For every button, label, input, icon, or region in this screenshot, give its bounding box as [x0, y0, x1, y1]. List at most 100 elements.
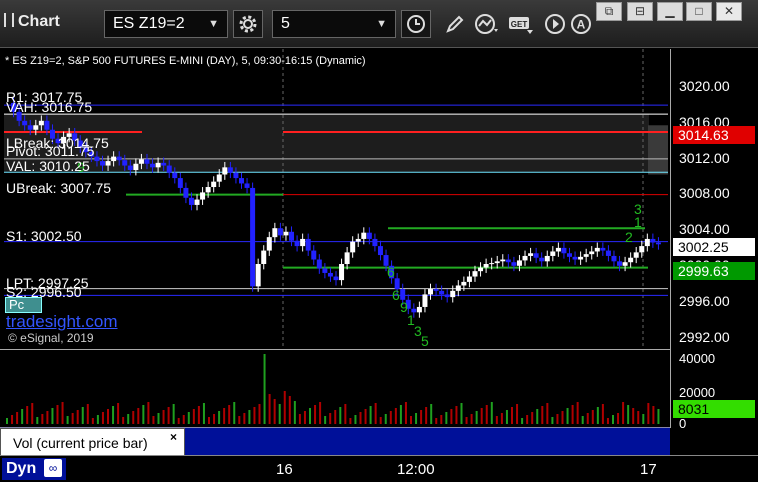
candle — [111, 156, 117, 162]
volume-bar — [298, 414, 301, 424]
eye-icon[interactable]: ∞ — [44, 459, 62, 477]
price-chart[interactable]: 3126913569 — [0, 49, 670, 347]
volume-tick: 20000 — [679, 385, 716, 400]
close-icon[interactable]: ✕ — [716, 2, 742, 21]
candle — [244, 183, 250, 188]
price-tick: 3008.00 — [679, 185, 730, 202]
candle — [238, 178, 244, 184]
brand-link[interactable]: tradesight.com — [6, 312, 118, 332]
symbol-value: ES Z19=2 — [113, 15, 185, 32]
volume-bar — [238, 416, 241, 424]
volume-pane[interactable] — [0, 349, 670, 425]
candle — [344, 252, 350, 264]
candle — [261, 250, 267, 264]
price-scale[interactable]: 3020.003016.003012.003008.003004.003000.… — [670, 49, 758, 431]
volume-bar — [576, 402, 579, 424]
volume-bar — [31, 403, 34, 424]
volume-bar — [41, 414, 44, 424]
candle — [566, 253, 572, 257]
candle — [416, 306, 422, 313]
settings-button[interactable] — [233, 10, 263, 38]
price-tick: 2992.00 — [679, 328, 730, 345]
volume-tick: 0 — [679, 416, 687, 431]
volume-bar — [601, 404, 604, 424]
symbol-input[interactable]: ES Z19=2 ▼ — [104, 10, 228, 38]
candle — [455, 285, 461, 291]
candle — [422, 294, 428, 307]
volume-bar — [551, 417, 554, 424]
minimize-window-icon[interactable]: ▁ — [657, 2, 683, 21]
studies-button[interactable] — [472, 10, 502, 38]
volume-bar — [521, 418, 524, 424]
restore-icon[interactable]: ⧉ — [596, 2, 622, 21]
candle — [500, 259, 506, 262]
app-title: Chart — [4, 13, 60, 31]
candle — [622, 262, 628, 266]
volume-bar — [283, 391, 286, 424]
candle — [628, 257, 634, 263]
candle — [377, 246, 383, 256]
volume-bar — [571, 405, 574, 424]
time-button[interactable] — [401, 10, 431, 38]
candle — [188, 197, 194, 205]
pencil-icon — [446, 15, 464, 33]
candle — [166, 165, 172, 173]
volume-tag: 8031 — [673, 400, 755, 418]
candle — [528, 253, 534, 256]
close-icon[interactable]: × — [170, 430, 177, 444]
volume-bar — [11, 415, 14, 424]
chevron-down-icon[interactable]: ▼ — [376, 11, 387, 37]
volume-bar — [162, 410, 165, 424]
volume-bar — [516, 404, 519, 424]
volume-bar — [107, 409, 109, 424]
candle — [578, 256, 584, 260]
volume-bar — [243, 413, 246, 424]
candle — [233, 172, 239, 179]
link-window-icon[interactable]: ⊟ — [627, 2, 653, 21]
volume-bar — [531, 412, 534, 424]
candle — [222, 167, 228, 175]
volume-bar — [511, 407, 513, 424]
volume-bar — [324, 416, 327, 424]
time-axis[interactable]: Dyn ∞ 16 12:00 17 — [0, 455, 758, 482]
chevron-down-icon[interactable]: ▼ — [208, 11, 219, 37]
draw-tool-button[interactable] — [440, 10, 470, 38]
interval-select[interactable]: 5 ▼ — [272, 10, 396, 38]
get-data-button[interactable]: GET — [506, 10, 536, 38]
volume-bar — [172, 404, 175, 424]
candle — [539, 257, 545, 262]
volume-bar — [233, 402, 236, 424]
candle — [605, 250, 611, 256]
candle — [505, 259, 511, 263]
candle — [361, 232, 367, 239]
study-label[interactable]: Vol (current price bar) — [0, 428, 185, 456]
candle — [561, 247, 567, 254]
volume-chart[interactable] — [0, 350, 670, 426]
candle — [105, 161, 111, 166]
td-number: 6 — [392, 287, 400, 303]
volume-bar — [263, 354, 266, 424]
candle — [294, 240, 300, 247]
volume-bar — [329, 413, 332, 424]
candle — [266, 237, 272, 251]
volume-bar — [213, 414, 216, 424]
text-tool-button[interactable]: A — [566, 10, 596, 38]
volume-bar — [314, 405, 317, 424]
volume-bar — [122, 417, 125, 424]
candle — [516, 260, 522, 266]
volume-bar — [622, 402, 625, 424]
candle — [316, 259, 322, 269]
candle — [650, 238, 656, 243]
drag-grip-icon[interactable] — [4, 13, 14, 27]
maximize-icon[interactable]: □ — [686, 2, 712, 21]
volume-bar — [177, 418, 180, 424]
candle — [283, 231, 289, 236]
play-icon — [545, 14, 565, 34]
volume-bar — [399, 405, 402, 424]
candle — [611, 255, 617, 262]
volume-bar — [586, 413, 589, 424]
price-pane[interactable]: 3126913569 — [0, 49, 670, 347]
candle — [200, 192, 206, 200]
candle — [589, 251, 595, 255]
volume-bar — [91, 418, 94, 424]
